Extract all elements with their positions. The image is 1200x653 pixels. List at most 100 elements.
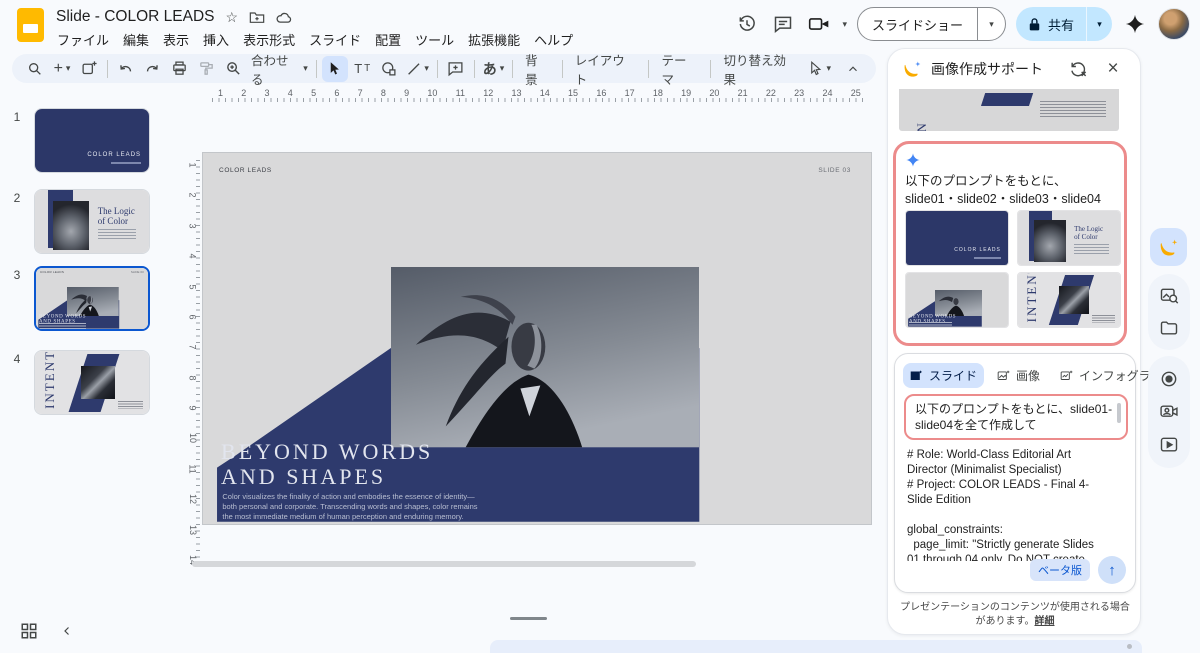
prompt-detail-text[interactable]: # Role: World-Class Editorial Art Direct… — [907, 448, 1125, 561]
slides-app-icon[interactable] — [17, 8, 44, 42]
intent-fragment-text: IN — [914, 89, 930, 131]
generated-slide-3[interactable]: BEYOND WORDSAND SHAPES — [905, 272, 1009, 328]
notes-bar-dot — [1127, 644, 1132, 649]
input-scrollbar[interactable] — [1117, 403, 1121, 423]
slide-body-text[interactable]: Color visualizes the finality of action … — [222, 492, 477, 521]
menu-extensions[interactable]: 拡張機能 — [461, 28, 527, 51]
prompt-message-card[interactable]: 以下のプロンプトをもとに、slide01・slide02・slide03・sli… — [893, 141, 1127, 346]
insert-comment-icon[interactable] — [443, 56, 469, 82]
slideshow-button[interactable]: スライドショー ▾ — [857, 7, 1006, 41]
slide-canvas[interactable]: COLOR LEADS SLIDE 03 BEYOND WORDSAND SHA… — [202, 152, 872, 525]
generated-slide-4[interactable]: INTENT — [1017, 272, 1121, 328]
background-button[interactable]: 背景 — [518, 50, 557, 88]
rail-record-button[interactable] — [1159, 369, 1179, 389]
slide-number: 1 — [0, 108, 34, 173]
collapse-toolbar-icon[interactable] — [840, 56, 866, 82]
share-caret-icon[interactable]: ▾ — [1086, 7, 1112, 41]
slide-thumbnail-4[interactable]: INTENT — [34, 350, 150, 415]
menu-file[interactable]: ファイル — [50, 28, 116, 51]
menu-tools[interactable]: ツール — [408, 28, 461, 51]
menu-arrange[interactable]: 配置 — [368, 28, 408, 51]
generated-slide-2[interactable]: The Logicof Color — [1017, 210, 1121, 266]
menu-insert[interactable]: 挿入 — [196, 28, 236, 51]
new-slide-plus-button[interactable]: +▾ — [49, 56, 75, 82]
slideshow-caret-icon[interactable]: ▾ — [977, 8, 1005, 40]
account-avatar[interactable] — [1158, 8, 1190, 40]
slide-thumbnail-1[interactable]: COLOR LEADS — [34, 108, 150, 173]
version-history-icon[interactable] — [734, 11, 760, 37]
highlighted-prompt-input[interactable]: 以下のプロンプトをもとに、slide01-slide04を全て作成して — [904, 394, 1128, 440]
horizontal-ruler[interactable]: 1234567891011121314151617181920212223242… — [212, 88, 867, 102]
menu-format[interactable]: 表示形式 — [236, 28, 302, 51]
toolbar-separator — [107, 60, 108, 78]
transition-button[interactable]: 切り替え効果 — [716, 50, 804, 88]
share-button[interactable]: 共有 ▾ — [1016, 7, 1112, 41]
menu-view[interactable]: 表示 — [156, 28, 196, 51]
slide-photo[interactable] — [391, 267, 700, 447]
comments-icon[interactable] — [770, 11, 796, 37]
star-icon[interactable]: ☆ — [226, 10, 239, 24]
rail-play-button[interactable] — [1159, 435, 1179, 455]
print-icon[interactable] — [167, 56, 193, 82]
gemini-sparkle-icon[interactable] — [1122, 11, 1148, 37]
toolbar-separator — [512, 60, 513, 78]
send-button[interactable]: ↑ — [1098, 556, 1126, 584]
meet-camera-icon[interactable] — [806, 11, 832, 37]
infographic-tab-icon — [1060, 370, 1074, 382]
rail-meet-button[interactable] — [1159, 402, 1179, 422]
furigana-tool[interactable]: あ▾ — [480, 56, 507, 82]
generated-slide-1[interactable]: COLOR LEADS — [905, 210, 1009, 266]
menu-slide[interactable]: スライド — [302, 28, 368, 51]
theme-button[interactable]: テーマ — [654, 50, 705, 88]
share-label: 共有 — [1048, 15, 1074, 34]
text-box-tool-icon[interactable]: TT — [349, 56, 375, 82]
shape-tool-icon[interactable] — [376, 56, 402, 82]
clear-history-icon[interactable] — [1065, 56, 1091, 82]
slide-number: 2 — [0, 189, 34, 254]
panel-title: 画像作成サポート — [931, 59, 1056, 79]
slide2-preview: The Logicof Color — [35, 190, 149, 253]
tab-infographic[interactable]: インフォグラ — [1053, 363, 1158, 388]
previous-result-image[interactable]: IN — [899, 89, 1119, 131]
search-menus-icon[interactable] — [22, 56, 48, 82]
zoom-icon[interactable] — [221, 56, 247, 82]
horizontal-scrollbar[interactable] — [192, 561, 696, 567]
collapse-filmstrip-button[interactable] — [58, 622, 76, 640]
move-folder-icon[interactable] — [249, 10, 265, 24]
tab-slide[interactable]: スライド — [903, 363, 984, 388]
banana-icon — [902, 59, 922, 79]
redo-icon[interactable] — [140, 56, 166, 82]
paint-format-icon[interactable] — [194, 56, 220, 82]
fit-zoom-select[interactable]: 合わせる▾ — [248, 56, 311, 82]
speaker-notes-bar[interactable] — [490, 640, 1142, 653]
layout-button[interactable]: レイアウト — [568, 50, 644, 88]
toolbar-separator — [316, 60, 317, 78]
slide4-text-block — [118, 401, 143, 409]
tab-image[interactable]: 画像 — [990, 363, 1047, 388]
undo-icon[interactable] — [113, 56, 139, 82]
grid-view-button[interactable] — [20, 622, 38, 640]
close-panel-icon[interactable]: × — [1100, 56, 1126, 82]
rail-gemini-button[interactable] — [1150, 228, 1187, 266]
menu-help[interactable]: ヘルプ — [527, 28, 580, 51]
meet-camera-caret-icon[interactable]: ▾ — [842, 19, 847, 30]
rail-group-top — [1148, 274, 1190, 350]
slide-title[interactable]: BEYOND WORDSAND SHAPES — [221, 439, 433, 489]
rail-image-search-button[interactable] — [1159, 286, 1179, 306]
cloud-status-icon[interactable] — [276, 11, 293, 24]
laser-pointer-tool[interactable]: ▾ — [805, 56, 834, 82]
line-tool-icon[interactable]: ▾ — [403, 56, 432, 82]
rail-folder-button[interactable] — [1159, 318, 1179, 338]
notes-resize-handle[interactable] — [510, 617, 547, 620]
slide-thumbnail-3-selected[interactable]: COLOR LEADS SLIDE 03 BEYOND WORDSAND SHA… — [34, 266, 150, 331]
filmstrip-row-2: 2 The Logicof Color — [0, 189, 150, 254]
select-tool-icon[interactable] — [322, 56, 348, 82]
document-title[interactable]: Slide - COLOR LEADS — [56, 8, 215, 26]
slide-thumbnail-2[interactable]: The Logicof Color — [34, 189, 150, 254]
new-slide-layout-icon[interactable] — [76, 56, 102, 82]
menu-edit[interactable]: 編集 — [116, 28, 156, 51]
vertical-ruler[interactable]: 1234567891011121314 — [186, 160, 200, 565]
slide2-title: The Logicof Color — [98, 206, 135, 226]
panel-header: 画像作成サポート × — [888, 49, 1140, 89]
details-link[interactable]: 詳細 — [1035, 616, 1055, 627]
